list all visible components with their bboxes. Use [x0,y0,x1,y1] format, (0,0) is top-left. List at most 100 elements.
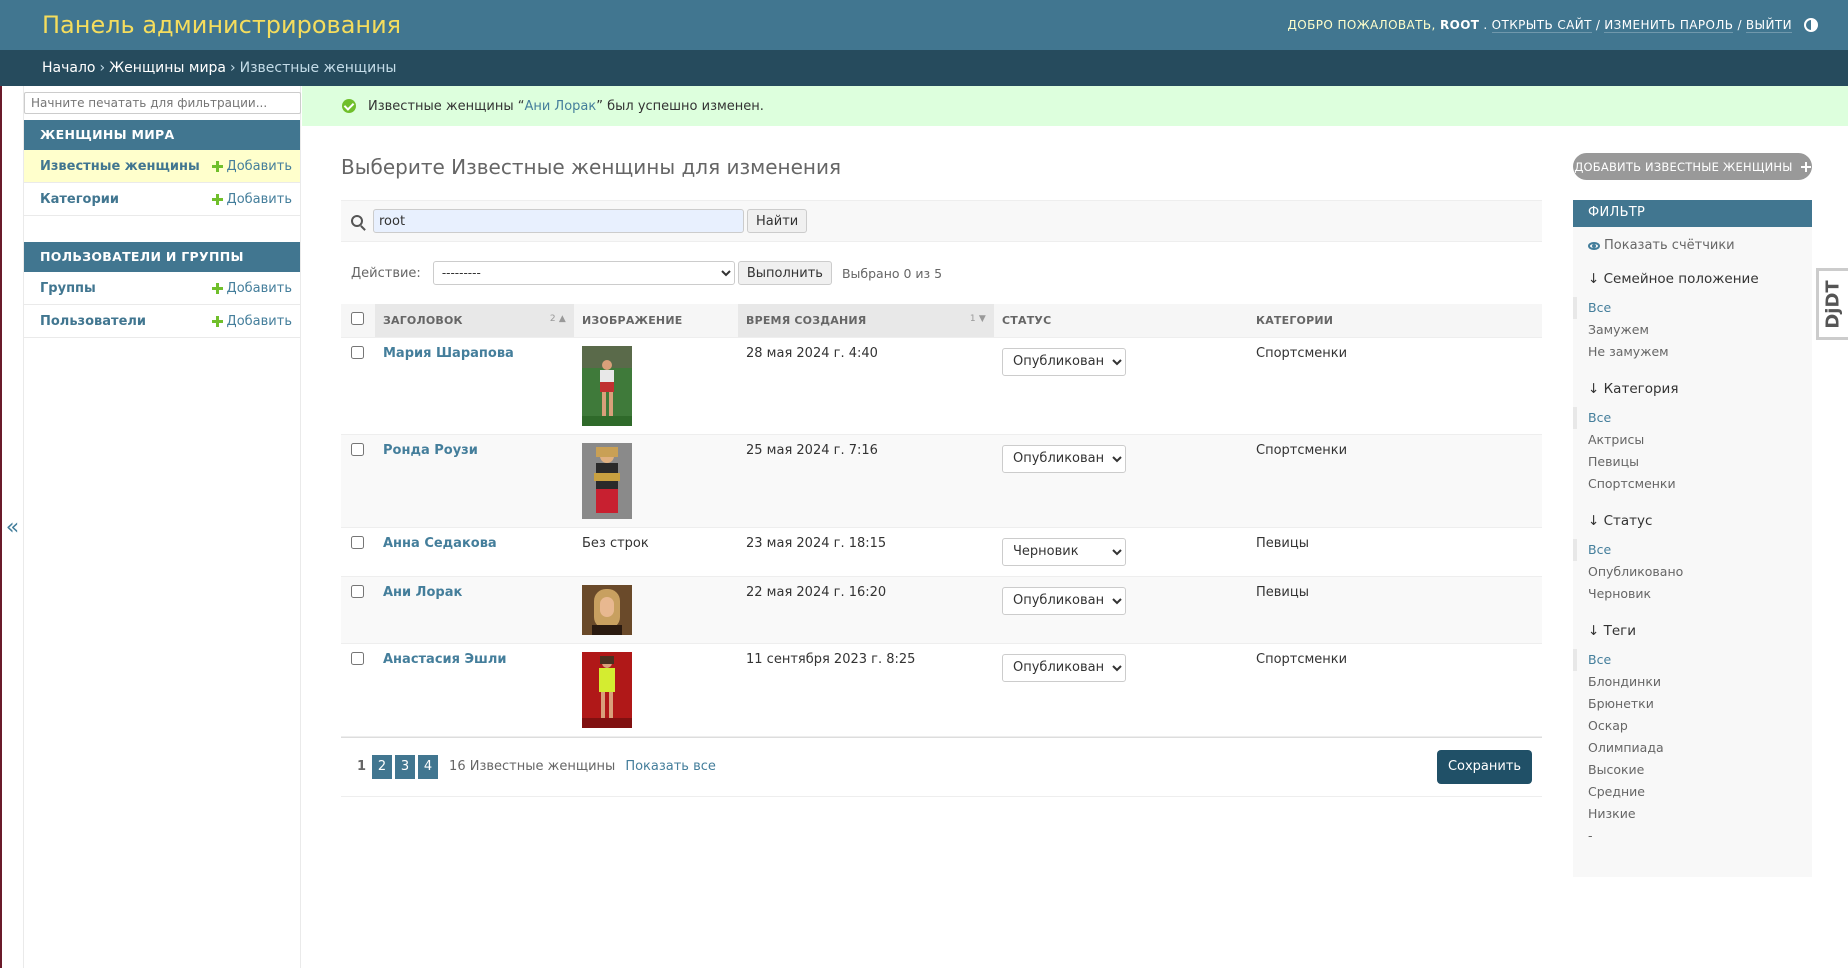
filter-option[interactable]: Все [1573,539,1797,561]
row-title-link[interactable]: Ронда Роузи [383,443,478,458]
row-checkbox[interactable] [351,584,364,598]
filter-option[interactable]: Опубликовано [1588,561,1797,583]
action-label: Действие: [351,265,421,281]
debug-toolbar-handle[interactable]: DjDT [1816,268,1848,340]
sidebar-item-label[interactable]: Группы [40,281,96,296]
column-header-title[interactable]: Заголовок 2 ▲ [375,304,574,338]
row-title-link[interactable]: Ани Лорак [383,585,462,600]
add-object-label: Добавить Известные женщины [1574,159,1793,174]
filter-group-title[interactable]: ↓ Теги [1588,623,1797,639]
breadcrumb-app[interactable]: Женщины мира [109,60,226,76]
row-checkbox[interactable] [351,345,364,359]
show-counts-link[interactable]: Показать счётчики [1573,227,1812,253]
view-site-link[interactable]: Открыть сайт [1491,18,1592,33]
search-button[interactable]: Найти [747,209,808,233]
logout-link[interactable]: Выйти [1745,18,1792,33]
page-title: Выберите Известные женщины для изменения [341,155,841,179]
add-link[interactable]: Добавить [211,313,292,329]
row-category: Спортсменки [1248,643,1542,737]
filter-option[interactable]: Средние [1588,781,1797,803]
filter-option[interactable]: Олимпиада [1588,737,1797,759]
status-select[interactable]: Опубликовано [1002,586,1126,615]
filter-group-status: ↓ Статус Все Опубликовано Черновик [1573,513,1812,605]
filter-group-marital: ↓ Семейное положение Все Замужем Не заму… [1573,271,1812,363]
paginator: 1 2 3 4 16 Известные женщины Показать вс… [341,736,1542,797]
table-row: Ани Лорак 22 мая 2024 г. 16:20 Опубликов… [341,576,1542,644]
filter-option[interactable]: Спортсменки [1588,473,1797,495]
page-link-2[interactable]: 2 [372,754,393,779]
row-category: Певицы [1248,576,1542,644]
toggle-sidebar-button[interactable]: « [2,86,24,968]
filter-option[interactable]: Замужем [1588,319,1797,341]
filter-option[interactable]: - [1588,825,1797,847]
filter-option[interactable]: Все [1573,649,1797,671]
status-select[interactable]: Опубликовано [1002,444,1126,473]
show-all-link[interactable]: Показать все [625,759,716,774]
save-button[interactable]: Сохранить [1437,749,1532,784]
sidebar-item-label[interactable]: Пользователи [40,314,146,329]
column-header-image[interactable]: Изображение [574,304,738,338]
status-select[interactable]: Опубликовано [1002,653,1126,682]
row-checkbox[interactable] [351,535,364,549]
filter-option[interactable]: Блондинки [1588,671,1797,693]
row-created: 11 сентября 2023 г. 8:25 [738,643,994,737]
module-caption[interactable]: Женщины мира [24,120,300,150]
column-header-created[interactable]: Время создания 1 ▼ [738,304,994,338]
plus-icon [211,193,223,205]
filter-option[interactable]: Черновик [1588,583,1797,605]
separator: / [1737,18,1742,32]
run-action-button[interactable]: Выполнить [737,261,832,285]
action-select[interactable]: --------- [432,261,735,285]
action-counter: Выбрано 0 из 5 [841,265,943,281]
add-link[interactable]: Добавить [211,192,292,207]
page-link-4[interactable]: 4 [418,754,439,779]
filter-option[interactable]: Оскар [1588,715,1797,737]
sort-indicator[interactable]: 2 ▲ [550,314,566,324]
sidebar-item-label[interactable]: Категории [40,192,119,207]
column-header-categories[interactable]: Категории [1248,304,1542,338]
row-image-cell [574,434,738,528]
message-text: Известные женщины “Ани Лорак” был успешн… [368,98,764,114]
table-row: Ронда Роузи 25 мая 2024 г. 7:16 Опублико… [341,434,1542,528]
breadcrumb-home[interactable]: Начало [42,60,95,76]
filter-option[interactable]: Высокие [1588,759,1797,781]
site-name[interactable]: Панель администрирования [42,11,401,39]
filter-group-title[interactable]: ↓ Семейное положение [1588,271,1797,287]
filter-group-title[interactable]: ↓ Статус [1588,513,1797,529]
status-select[interactable]: Опубликовано [1002,347,1126,376]
add-object-button[interactable]: Добавить Известные женщины [1573,153,1812,180]
filter-option[interactable]: Все [1573,297,1797,319]
select-all-checkbox[interactable] [351,312,364,326]
filter-option[interactable]: Не замужем [1588,341,1797,363]
search-toolbar: Найти [341,200,1542,242]
filter-option[interactable]: Певицы [1588,451,1797,473]
sort-indicator[interactable]: 1 ▼ [970,314,986,324]
filter-group-title[interactable]: ↓ Категория [1588,381,1797,397]
row-checkbox[interactable] [351,651,364,665]
message-link[interactable]: Ани Лорак [524,99,596,114]
nav-filter-input[interactable] [24,92,301,114]
nav-sidebar: Женщины мира Известные женщины Добавить … [24,86,301,968]
row-title-link[interactable]: Анна Седакова [383,536,497,551]
row-checkbox[interactable] [351,442,364,456]
row-title-link[interactable]: Мария Шарапова [383,346,514,361]
status-select[interactable]: Черновик [1002,537,1126,566]
column-header-status[interactable]: Статус [994,304,1248,338]
filter-option[interactable]: Все [1573,407,1797,429]
add-link[interactable]: Добавить [211,159,292,174]
change-password-link[interactable]: Изменить пароль [1604,18,1734,33]
add-label: Добавить [226,313,292,329]
separator: / [1595,18,1601,32]
module-caption[interactable]: Пользователи и группы [24,242,300,272]
sidebar-item-label[interactable]: Известные женщины [40,159,200,174]
page-link-3[interactable]: 3 [395,754,416,779]
filter-option[interactable]: Актрисы [1588,429,1797,451]
filter-group-tags: ↓ Теги Все Блондинки Брюнетки Оскар Олим… [1573,623,1812,847]
add-link[interactable]: Добавить [211,281,292,296]
row-title-link[interactable]: Анастасия Эшли [383,652,507,667]
filter-option[interactable]: Низкие [1588,803,1797,825]
search-input[interactable] [373,209,744,233]
theme-toggle-icon[interactable] [1804,18,1818,32]
filter-option[interactable]: Брюнетки [1588,693,1797,715]
row-category: Спортсменки [1248,337,1542,435]
